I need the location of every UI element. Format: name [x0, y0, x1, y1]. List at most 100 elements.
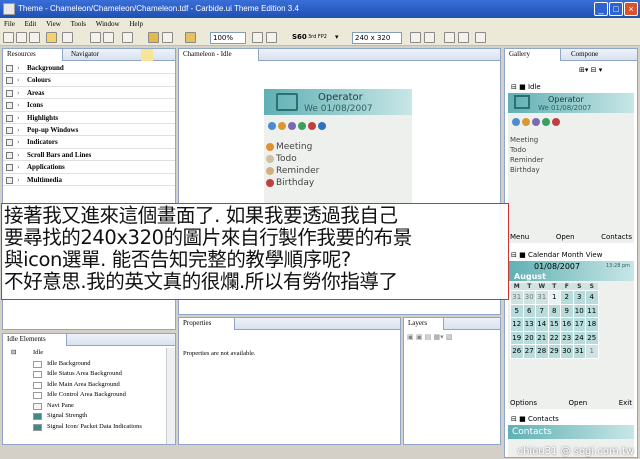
calendar-thumb[interactable]: 01/08/2007 13:28 pm August MTWTFSS 31 30 3…	[508, 261, 634, 409]
layers-tab-header: Layers	[404, 318, 500, 330]
s60-label: S60	[292, 33, 307, 41]
resolution-select[interactable]: 240 x 320	[352, 32, 402, 44]
contacts-label-text: Contacts	[527, 415, 559, 423]
softkey-contacts: Contacts	[601, 233, 632, 241]
gallery-status-area: Operator We 01/08/2007	[508, 93, 634, 113]
window-title: Theme - Chameleon/Chameleon/Chameleon.td…	[18, 4, 299, 13]
resource-item-popup-windows[interactable]: › Pop-up Windows	[3, 124, 175, 137]
first-icon[interactable]	[410, 32, 421, 43]
play-icon[interactable]	[424, 32, 435, 43]
tree-item[interactable]: Idle Background	[3, 359, 165, 370]
redo-icon[interactable]	[103, 32, 114, 43]
tab-components[interactable]: Compone	[567, 49, 602, 61]
resource-item-label: Pop-up Windows	[27, 125, 79, 134]
menu-view[interactable]: View	[42, 18, 65, 30]
toolbar: 100% S60 3rd FP2 ▾ 240 x 320	[0, 30, 640, 46]
minimize-button[interactable]: _	[594, 2, 608, 16]
resource-item-background[interactable]: › Background	[3, 62, 175, 75]
resource-item-label: Indicators	[27, 138, 58, 147]
tab-navigator[interactable]: Navigator	[67, 49, 103, 61]
tab-layers-label: Layers	[408, 319, 428, 327]
gallery-item: Meeting	[510, 136, 539, 144]
tree-item[interactable]: Signal Icon/ Packet Data Indications	[3, 422, 165, 433]
gallery-item: Reminder	[510, 156, 544, 164]
tab-idle-elements[interactable]: Idle Elements	[3, 334, 67, 346]
tree-item[interactable]: Navi Pane	[3, 401, 165, 412]
idle-elements-panel: Idle Elements ⊟ Idle Idle Background Idle…	[2, 333, 176, 445]
tab-gallery[interactable]: Gallery	[505, 49, 561, 61]
properties-tab-header: Properties	[179, 318, 400, 330]
tab-properties[interactable]: Properties	[179, 318, 235, 330]
maximize-button[interactable]: □	[609, 2, 623, 16]
phone-item-list: Meeting Todo Reminder Birthday	[266, 141, 319, 189]
phone-item: Meeting	[266, 141, 319, 153]
gallery-date: We 01/08/2007	[538, 104, 592, 112]
properties-panel: Properties Properties are not available.	[178, 317, 401, 445]
idle-elements-scrollbar[interactable]	[166, 348, 175, 444]
overlay-question-text: 接著我又進來這個畫面了. 如果我要透過我自己 要尋找的240x320的圖片來自行…	[1, 203, 509, 300]
menu-tools[interactable]: Tools	[67, 18, 90, 30]
tree-item[interactable]: Idle Control Area Background	[3, 390, 165, 401]
link-icon[interactable]	[141, 49, 153, 61]
tree-root-idle[interactable]: ⊟ Idle	[3, 348, 165, 359]
tree-item-label: Navi Pane	[47, 401, 74, 409]
menu-edit[interactable]: Edit	[21, 18, 41, 30]
resource-item-scroll-bars[interactable]: › Scroll Bars and Lines	[3, 149, 175, 162]
cut-icon[interactable]	[122, 32, 133, 43]
phone-preview[interactable]: Operator We 01/08/2007 Meeting Todo Remi…	[264, 89, 412, 207]
phone-date: We 01/08/2007	[304, 104, 373, 114]
zoom-in-icon[interactable]	[252, 32, 263, 43]
undo-icon[interactable]	[90, 32, 101, 43]
package-icon[interactable]	[148, 32, 159, 43]
resource-item-indicators[interactable]: › Indicators	[3, 136, 175, 149]
close-button[interactable]: ×	[624, 2, 638, 16]
resource-item-applications[interactable]: › Applications	[3, 161, 175, 174]
folder-icon[interactable]	[46, 32, 57, 43]
save-icon[interactable]	[29, 32, 40, 43]
resource-item-colours[interactable]: › Colours	[3, 74, 175, 87]
tab-resources[interactable]: Resources	[3, 49, 63, 61]
tab-navigator-label: Navigator	[71, 50, 99, 58]
calendar-softkeys: Options Open Exit	[508, 399, 634, 407]
tab-layers[interactable]: Layers	[404, 318, 444, 330]
tree-item[interactable]: Idle Main Area Background	[3, 380, 165, 391]
resources-tab-header: Resources Navigator	[3, 49, 175, 61]
stop-icon[interactable]	[475, 32, 486, 43]
zoom-select[interactable]: 100%	[210, 32, 246, 44]
tab-components-label: Compone	[571, 50, 599, 58]
tab-chameleon-idle-label: Chameleon - Idle	[183, 50, 232, 58]
menu-file[interactable]: File	[0, 18, 19, 30]
brush-icon[interactable]	[185, 32, 196, 43]
menu-help[interactable]: Help	[125, 18, 147, 30]
layers-toolbar-icons[interactable]: ▣ ▣ ▤ ▦▾ ▧	[407, 333, 452, 341]
tree-item-label: Idle Main Area Background	[47, 380, 120, 388]
export-icon[interactable]	[162, 32, 173, 43]
gallery-item-list: Meeting Todo Reminder Birthday	[510, 135, 544, 175]
resource-item-icons[interactable]: › Icons	[3, 99, 175, 112]
next-icon[interactable]	[444, 32, 455, 43]
print-icon[interactable]	[62, 32, 73, 43]
tree-item[interactable]: Signal Strength	[3, 411, 165, 422]
new-icon[interactable]	[3, 32, 14, 43]
phone-status-area: Operator We 01/08/2007	[264, 89, 412, 115]
contacts-title: Contacts	[508, 425, 634, 439]
idle-elements-tab-header: Idle Elements	[3, 334, 175, 346]
gallery-view-menu[interactable]: ⊞▾ ⊟ ▾	[579, 66, 602, 74]
calendar-month: August	[514, 272, 546, 281]
zoom-out-icon[interactable]	[266, 32, 277, 43]
resource-item-label: Background	[27, 64, 64, 72]
last-icon[interactable]	[458, 32, 469, 43]
menu-window[interactable]: Window	[92, 18, 124, 30]
gallery-idle-thumb[interactable]: Operator We 01/08/2007 Meeting Todo Remi…	[508, 93, 634, 243]
dropdown-arrow-icon[interactable]: ▾	[335, 33, 339, 41]
resource-item-areas[interactable]: › Areas	[3, 87, 175, 100]
open-icon[interactable]	[16, 32, 27, 43]
phone-item-label: Birthday	[276, 178, 315, 188]
gallery-panel: Gallery Compone ⊞▾ ⊟ ▾ ⊟ ■ Idle Operator…	[504, 48, 638, 458]
tab-chameleon-idle[interactable]: Chameleon - Idle	[179, 49, 259, 61]
tab-gallery-label: Gallery	[509, 50, 530, 58]
resource-item-highlights[interactable]: › Highlights	[3, 112, 175, 124]
resource-item-multimedia[interactable]: › Multimedia	[3, 174, 175, 186]
s60-sub-label: 3rd FP2	[308, 34, 327, 40]
tree-item[interactable]: Idle Status Area Background	[3, 369, 165, 380]
